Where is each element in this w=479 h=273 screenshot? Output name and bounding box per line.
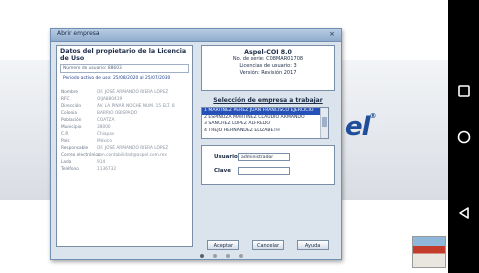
product-info-box: Aspel-COI 8.0 No. de serie: C08MAR01708 … [201,45,335,91]
gallery-thumbnail[interactable] [412,236,446,268]
owner-field-value: OIJA880419 [97,97,123,102]
owner-field-key: Lada [61,160,72,165]
serial-number: No. de serie: C08MAR01708 [232,56,304,62]
carousel-pager [200,254,243,258]
owner-field-row: Correo electrónico con.contabilidad@aspel… [57,152,192,159]
owner-field-value: 914 [97,160,106,165]
version-text: Versión: Revisión 2017 [239,70,297,76]
license-owner-panel: Datos del propietario de la Licencia de … [56,45,193,247]
user-number: Número de usuario: 88603 [60,64,189,73]
owner-field-row: RFC OIJA880419 [57,96,192,103]
owner-field-row: Población COATZA [57,117,192,124]
app-screen: el® Abrir empresa × Datos del propietari… [0,0,448,273]
owner-field-key: País [61,139,70,144]
owner-field-row: Nombre OF. JOSÉ ARMANDO RIERA LÓPEZ [57,89,192,96]
owner-field-row: Lada 914 [57,159,192,166]
owner-field-value: 38000 [97,125,111,130]
owner-field-value: COATZA [97,118,115,123]
dialog-buttons: Aceptar Cancelar Ayuda [201,240,335,250]
owner-field-row: C.P. Chiapas [57,131,192,138]
company-list-item[interactable]: 1 MARTÍNEZ PEREZ JUAN FRANCISCO EJERCICI… [202,108,322,115]
company-list-scrollbar[interactable] [320,108,328,138]
company-selection-panel: Aspel-COI 8.0 No. de serie: C08MAR01708 … [201,45,335,253]
owner-field-row: País México [57,138,192,145]
owner-field-value: México [97,139,113,144]
owner-field-value: OF. JOSÉ ARMANDO RIERA LÓPEZ [97,146,169,151]
owner-field-row: Municipio 38000 [57,124,192,131]
owner-field-key: Correo electrónico [61,153,101,158]
pager-dot[interactable] [226,254,230,258]
owner-field-value: BARRIO OBISPADO [97,111,138,116]
pager-dot[interactable] [200,254,204,258]
accept-button[interactable]: Aceptar [207,240,240,250]
dialog-title: Abrir empresa [57,30,100,37]
owner-field-value: Chiapas [97,132,115,137]
owner-fields: Nombre OF. JOSÉ ARMANDO RIERA LÓPEZ RFC OIJ… [57,89,192,173]
owner-field-value: 1136732 [97,167,117,172]
home-circle-icon[interactable] [457,130,471,144]
brand-logo-fragment: el® [345,112,377,142]
company-items: 1 MARTÍNEZ PEREZ JUAN FRANCISCO EJERCICI… [202,108,328,134]
pager-dot[interactable] [239,254,243,258]
registered-mark: ® [369,112,377,120]
owner-field-key: Municipio [61,125,82,130]
owner-field-key: C.P. [61,132,69,137]
brand-text: el [345,112,371,142]
owner-field-key: Nombre [61,90,79,95]
login-box: Usuario administrador Clave [201,145,335,185]
owner-field-row: Teléfono 1136732 [57,166,192,173]
owner-field-value: OF. JOSÉ ARMANDO RIERA LÓPEZ [97,90,169,95]
back-triangle-icon[interactable] [457,206,471,220]
license-count: Licencias de usuario: 3 [239,63,297,69]
owner-field-key: Dirección [61,104,82,109]
owner-field-value: AV. LA PINAR NOCHE NUM. 15 ELT. 8 [97,104,175,109]
product-name: Aspel-COI 8.0 [244,49,292,56]
active-period: Periodo activo de uso: 25/08/2020 al 25/… [63,76,171,81]
user-input[interactable]: administrador [238,153,290,161]
user-label: Usuario [214,154,238,160]
owner-field-key: Colonia [61,111,78,116]
owner-field-row: Colonia BARRIO OBISPADO [57,110,192,117]
owner-field-row: Responsable OF. JOSÉ ARMANDO RIERA LÓPEZ [57,145,192,152]
owner-field-key: RFC [61,97,70,102]
company-select-label: Selección de empresa a trabajar [213,97,323,104]
license-owner-title: Datos del propietario de la Licencia de … [60,48,187,62]
key-label: Clave [214,168,231,174]
cancel-button[interactable]: Cancelar [251,240,284,250]
owner-field-key: Teléfono [61,167,79,172]
open-company-dialog: Abrir empresa × Datos del propietario de… [50,28,342,260]
owner-field-key: Responsable [61,146,89,151]
recents-square-icon[interactable] [457,84,471,98]
owner-field-value: con.contabilidad@aspel.com.mx [97,153,167,158]
dialog-titlebar[interactable]: Abrir empresa × [51,29,341,42]
key-input[interactable] [238,167,290,175]
company-list-item[interactable]: 4 TREJO HERNÁNDEZ ELIZABETH [202,128,322,135]
help-button[interactable]: Ayuda [296,240,329,250]
owner-field-row: Dirección AV. LA PINAR NOCHE NUM. 15 ELT.… [57,103,192,110]
owner-field-key: Población [61,118,82,123]
android-nav-bar [448,0,479,273]
pager-dot[interactable] [213,254,217,258]
scroll-thumb[interactable] [322,117,327,127]
close-button[interactable]: × [327,30,337,39]
company-listbox[interactable]: 1 MARTÍNEZ PEREZ JUAN FRANCISCO EJERCICI… [201,107,329,139]
